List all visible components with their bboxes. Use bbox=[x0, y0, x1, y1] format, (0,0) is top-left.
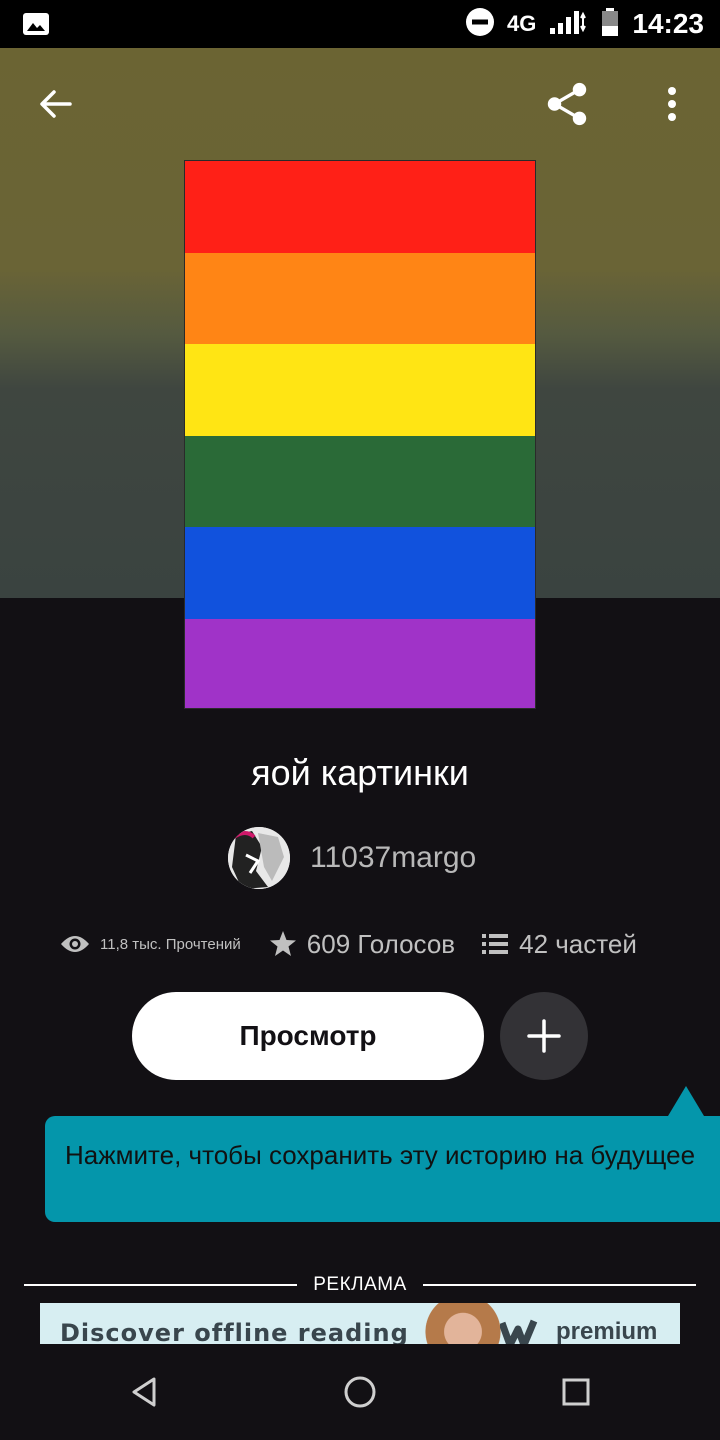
parts-stat: 42 частей bbox=[481, 929, 637, 960]
ad-brand-word: premium bbox=[556, 1318, 658, 1344]
parts-count: 42 частей bbox=[519, 928, 637, 959]
wattpad-logo-icon bbox=[500, 1319, 538, 1344]
circle-home-icon bbox=[344, 1376, 376, 1408]
author-link[interactable]: 11037margo bbox=[228, 826, 476, 890]
status-bar: 4G 14:23 bbox=[0, 0, 720, 48]
back-button[interactable] bbox=[32, 80, 80, 128]
tooltip-text: Нажмите, чтобы сохранить эту историю на … bbox=[65, 1140, 696, 1170]
nav-recents-button[interactable] bbox=[552, 1368, 600, 1416]
author-name[interactable]: 11037margo bbox=[310, 841, 476, 875]
votes-stat: 609 Голосов bbox=[269, 929, 455, 960]
nav-home-button[interactable] bbox=[336, 1368, 384, 1416]
clock: 14:23 bbox=[632, 8, 704, 39]
add-to-library-button[interactable] bbox=[500, 992, 588, 1080]
status-icons: 4G 14:23 bbox=[465, 0, 704, 48]
cover-stripe bbox=[185, 527, 535, 619]
plus-icon bbox=[527, 1019, 561, 1053]
more-vertical-icon bbox=[668, 87, 676, 121]
system-nav-bar bbox=[0, 1344, 720, 1440]
share-icon bbox=[547, 82, 587, 126]
list-icon bbox=[482, 934, 509, 954]
cover-stripe bbox=[185, 344, 535, 436]
ad-label: РЕКЛАМА bbox=[313, 1274, 407, 1295]
votes-count: 609 Голосов bbox=[306, 928, 456, 959]
do-not-disturb-icon bbox=[465, 7, 495, 42]
more-options-button[interactable] bbox=[648, 80, 696, 128]
cover-stripe bbox=[185, 252, 535, 344]
gallery-notification-icon bbox=[22, 10, 50, 38]
tooltip-pointer bbox=[668, 1086, 704, 1116]
read-button[interactable]: Просмотр bbox=[132, 992, 484, 1080]
ad-banner[interactable]: Discover offline reading premium bbox=[40, 1303, 680, 1344]
story-cover[interactable] bbox=[184, 160, 536, 709]
divider bbox=[24, 1284, 298, 1286]
signal-icon bbox=[548, 8, 588, 41]
square-recents-icon bbox=[562, 1378, 590, 1406]
story-title: яой картинки bbox=[251, 752, 469, 793]
author-avatar[interactable] bbox=[228, 827, 290, 889]
star-icon bbox=[269, 931, 296, 956]
ad-headline: Discover offline reading bbox=[60, 1319, 409, 1344]
cover-stripe bbox=[185, 618, 535, 708]
divider bbox=[422, 1284, 696, 1286]
ad-label-row: РЕКЛАМА bbox=[24, 1270, 696, 1300]
save-story-tooltip[interactable]: Нажмите, чтобы сохранить эту историю на … bbox=[45, 1116, 720, 1222]
ad-logo: premium bbox=[500, 1317, 657, 1344]
network-type: 4G bbox=[507, 11, 537, 36]
back-arrow-icon bbox=[40, 90, 72, 118]
triangle-back-icon bbox=[132, 1377, 156, 1407]
cover-stripe bbox=[185, 435, 535, 527]
share-button[interactable] bbox=[543, 80, 591, 128]
story-stats: 11,8 тыс. Прочтений 609 Голосов 42 часте… bbox=[60, 922, 680, 966]
reads-count: 11,8 тыс. Прочтений bbox=[100, 935, 241, 953]
battery-icon bbox=[600, 7, 620, 42]
nav-back-button[interactable] bbox=[120, 1368, 168, 1416]
cover-stripe bbox=[185, 161, 535, 253]
reads-stat: 11,8 тыс. Прочтений bbox=[60, 934, 241, 954]
eye-icon bbox=[61, 936, 89, 952]
